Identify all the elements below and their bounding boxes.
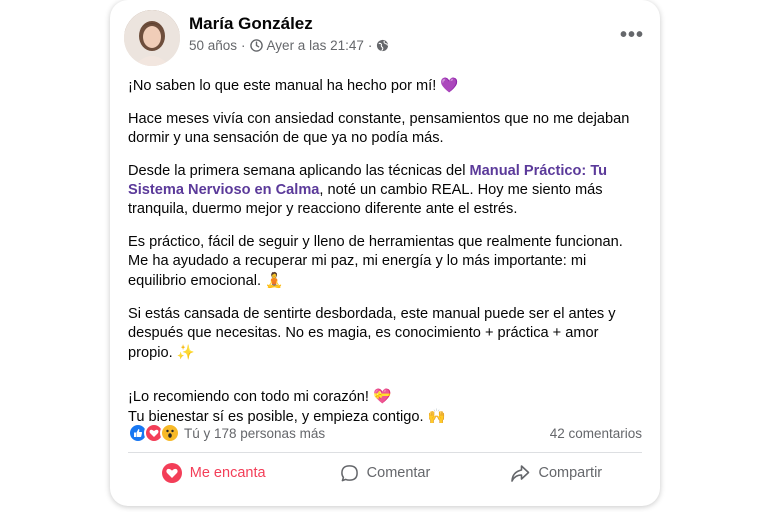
heart-gift-icon: 💝: [372, 388, 392, 405]
paragraph-4-text: Es práctico, fácil de seguir y lleno de …: [128, 234, 623, 289]
post-meta: 50 años · Ayer a las 21:47 ·: [189, 38, 389, 53]
reactions-summary: Tú y 178 personas más 42 comentarios: [128, 423, 642, 445]
share-icon: [511, 464, 530, 482]
paragraph-3: Desde la primera semana aplicando las té…: [128, 162, 642, 219]
paragraph-6-line-1: ¡Lo recomiendo con todo mi corazón!: [128, 389, 373, 405]
meta-separator-2: ·: [367, 38, 373, 53]
meditation-icon: 🧘: [265, 272, 284, 289]
comments-count[interactable]: 42 comentarios: [550, 426, 642, 441]
meta-separator: ·: [241, 38, 246, 53]
share-button[interactable]: Compartir: [471, 456, 642, 490]
avatar[interactable]: [124, 10, 180, 66]
author-age: 50 años: [189, 38, 238, 53]
post-timestamp[interactable]: Ayer a las 21:47: [267, 38, 364, 53]
paragraph-5-text: Si estás cansada de sentirte desbordada,…: [128, 306, 616, 361]
paragraph-4: Es práctico, fácil de seguir y lleno de …: [128, 233, 642, 291]
wow-reaction-icon: [160, 423, 180, 443]
paragraph-1: ¡No saben lo que este manual ha hecho po…: [128, 76, 642, 96]
paragraph-6: ¡Lo recomiendo con todo mi corazón! 💝 Tu…: [128, 387, 642, 427]
comment-icon: [340, 464, 358, 481]
paragraph-1-text: ¡No saben lo que este manual ha hecho po…: [128, 78, 441, 94]
action-bar: Me encanta Comentar Compartir: [128, 456, 642, 490]
post-body: ¡No saben lo que este manual ha hecho po…: [128, 76, 642, 427]
more-options-icon[interactable]: •••: [620, 24, 644, 47]
divider: [128, 452, 642, 453]
comment-button[interactable]: Comentar: [299, 456, 470, 490]
love-icon: [161, 463, 182, 483]
share-button-label: Compartir: [538, 465, 603, 481]
comment-button-label: Comentar: [366, 465, 431, 481]
sparkles-icon: ✨: [176, 344, 195, 361]
post-header: María González 50 años · Ayer a las 21:4…: [124, 10, 644, 70]
globe-icon: [377, 39, 389, 52]
paragraph-5: Si estás cansada de sentirte desbordada,…: [128, 305, 642, 363]
reactions-text[interactable]: Tú y 178 personas más: [184, 426, 325, 441]
paragraph-3-before: Desde la primera semana aplicando las té…: [128, 163, 470, 179]
love-button[interactable]: Me encanta: [128, 456, 299, 490]
post-card: María González 50 años · Ayer a las 21:4…: [110, 0, 660, 506]
purple-heart-icon: 💜: [440, 77, 459, 94]
love-button-label: Me encanta: [189, 465, 266, 481]
author-name[interactable]: María González: [189, 14, 313, 34]
avatar-photo-icon: [124, 10, 180, 66]
clock-icon: [249, 39, 263, 52]
paragraph-2: Hace meses vivía con ansiedad constante,…: [128, 111, 630, 146]
